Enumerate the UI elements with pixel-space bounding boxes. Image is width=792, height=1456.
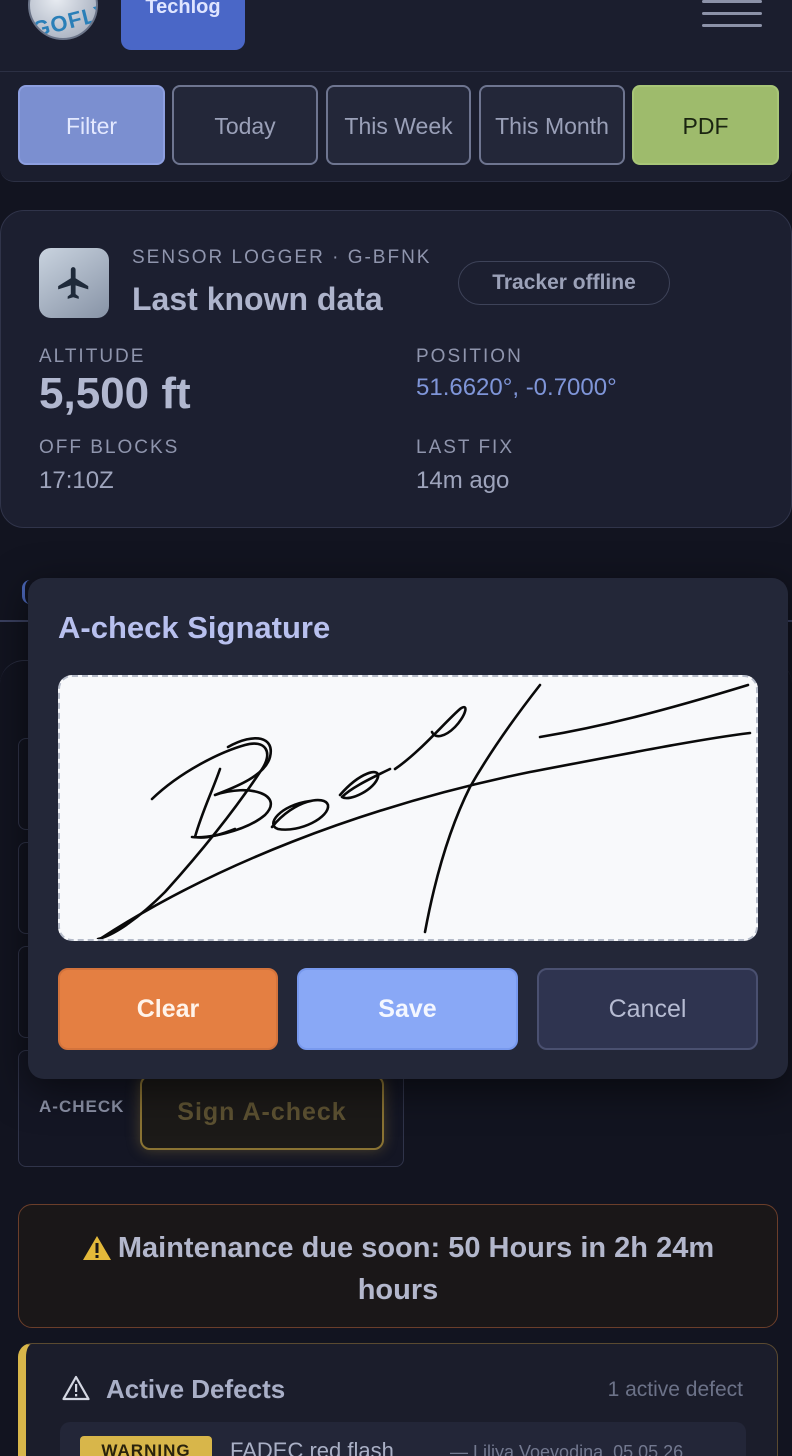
defects-title: Active Defects [106,1374,286,1404]
severity-badge: WARNING [80,1436,212,1456]
cancel-button[interactable]: Cancel [537,968,758,1050]
defect-meta: — Liliya Voevodina, 05.05.26 [450,1442,684,1456]
filter-bar: Filter Today This Week This Month PDF [0,72,792,182]
warning-icon [82,1233,112,1271]
sensor-card: SENSOR LOGGER · G-BFNK Last known data T… [0,210,792,528]
off-blocks-value: 17:10Z [39,467,114,494]
off-blocks-label: OFF BLOCKS [39,437,180,458]
sign-acheck-button[interactable]: Sign A-check [140,1075,384,1150]
app-logo[interactable]: GOFLY [28,0,98,40]
top-bar: GOFLY Techlog [0,0,792,72]
save-button[interactable]: Save [297,968,518,1050]
signature-pad[interactable] [58,675,758,941]
altitude-label: ALTITUDE [39,346,146,367]
modal-title: A-check Signature [58,610,331,645]
this-month-button[interactable]: This Month [479,85,625,165]
active-defects-card: Active Defects 1 active defect WARNING F… [18,1343,778,1456]
acheck-label: A-CHECK [39,1097,125,1116]
signature-stroke [96,683,752,939]
status-badge: Tracker offline [458,261,670,305]
airplane-icon [39,248,109,318]
menu-icon[interactable] [702,0,762,30]
sensor-title: Last known data [132,281,383,317]
this-week-button[interactable]: This Week [326,85,471,165]
maintenance-text: Maintenance due soon: 50 Hours in 2h 24m… [117,1232,715,1306]
defects-count: 1 active defect [607,1378,743,1401]
clear-button[interactable]: Clear [58,968,278,1050]
alert-triangle-icon [62,1375,90,1406]
maintenance-banner: Maintenance due soon: 50 Hours in 2h 24m… [18,1204,778,1328]
position-value: 51.6620°, -0.7000° [416,374,617,401]
defect-item[interactable]: WARNING FADEC red flash — Liliya Voevodi… [60,1422,746,1456]
last-fix-value: 14m ago [416,467,510,494]
logo-text: GOFLY [30,0,98,40]
today-button[interactable]: Today [172,85,318,165]
sensor-kicker: SENSOR LOGGER · G-BFNK [132,247,432,268]
position-label: POSITION [416,346,523,367]
signature-modal: A-check Signature Clear Save Cancel [28,578,788,1079]
defect-name: FADEC red flash [230,1438,394,1456]
altitude-value: 5,500 ft [39,369,191,418]
filter-button[interactable]: Filter [18,85,165,165]
tab-techlog[interactable]: Techlog [121,0,245,50]
last-fix-label: LAST FIX [416,437,515,458]
pdf-button[interactable]: PDF [632,85,779,165]
